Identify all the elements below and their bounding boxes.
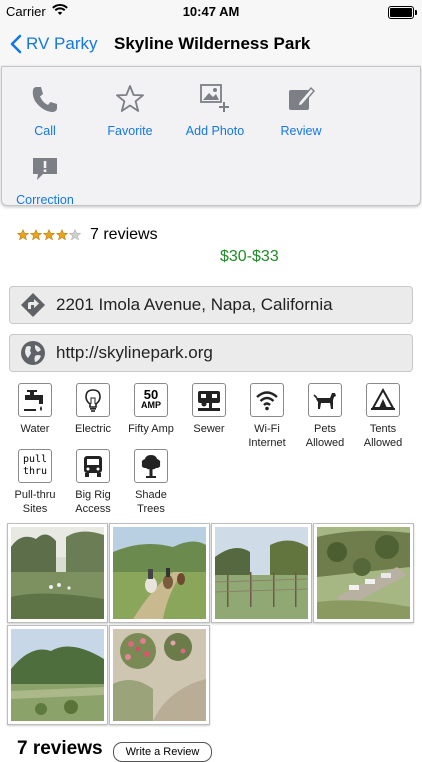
campground-hillside-photo[interactable] bbox=[313, 523, 414, 623]
phone-icon bbox=[3, 80, 87, 114]
pull-thru-icon: pull thru bbox=[18, 449, 52, 483]
status-time: 10:47 AM bbox=[182, 4, 240, 19]
lightbulb-icon bbox=[76, 383, 110, 417]
correction-button[interactable]: Correction bbox=[3, 149, 87, 207]
website-text: http://skylinepark.org bbox=[56, 343, 213, 362]
correction-icon bbox=[3, 149, 87, 183]
tent-icon bbox=[366, 383, 400, 417]
amenity-label: Water bbox=[20, 423, 50, 435]
amenity-sewer: Sewer bbox=[181, 383, 237, 436]
reviews-heading: 7 reviews bbox=[17, 738, 103, 759]
page-title: Skyline Wilderness Park bbox=[114, 34, 311, 53]
amenity-water: Water bbox=[7, 383, 63, 436]
review-count[interactable]: 7 reviews bbox=[90, 226, 158, 244]
sewer-icon bbox=[192, 383, 226, 417]
amenity-label: Wi-Fi Internet bbox=[248, 423, 286, 449]
call-button[interactable]: Call bbox=[3, 80, 87, 138]
tree-icon bbox=[134, 449, 168, 483]
valley-mountain-photo[interactable] bbox=[7, 625, 108, 725]
star-filled-icon bbox=[17, 229, 29, 241]
amenity-pull-thru: pull thru Pull-thru Sites bbox=[7, 449, 63, 516]
water-faucet-icon bbox=[18, 383, 52, 417]
amenity-label: Pets Allowed bbox=[305, 423, 345, 449]
amenity-wifi: Wi-Fi Internet bbox=[239, 383, 295, 450]
action-panel: Call Favorite Add Photo Review Correctio… bbox=[1, 66, 421, 207]
back-button-label: RV Parky bbox=[26, 34, 98, 53]
star-filled-icon bbox=[56, 229, 68, 241]
amenity-label: Big Rig Access bbox=[75, 489, 111, 515]
favorite-label: Favorite bbox=[107, 124, 153, 138]
star-icon bbox=[88, 80, 172, 114]
amenity-label: Tents Allowed bbox=[363, 423, 403, 449]
pet-icon bbox=[308, 383, 342, 417]
amenity-electric: Electric bbox=[65, 383, 121, 436]
horse-riders-photo[interactable] bbox=[109, 523, 210, 623]
review-icon bbox=[259, 80, 343, 114]
amenity-fifty-amp: 50 AMP Fifty Amp bbox=[123, 383, 179, 436]
field-fence-photo[interactable] bbox=[211, 523, 312, 623]
amenity-label: Shade Trees bbox=[135, 489, 167, 515]
battery-icon bbox=[388, 6, 417, 19]
address-box[interactable]: 2201 Imola Avenue, Napa, California bbox=[9, 286, 413, 324]
correction-label: Correction bbox=[16, 193, 74, 207]
address-text: 2201 Imola Avenue, Napa, California bbox=[56, 295, 333, 314]
meadow-photo[interactable] bbox=[7, 523, 108, 623]
amenity-label: Sewer bbox=[193, 423, 225, 435]
call-label: Call bbox=[34, 124, 56, 138]
star-filled-icon bbox=[43, 229, 55, 241]
star-empty-icon bbox=[69, 229, 81, 241]
website-box[interactable]: http://skylinepark.org bbox=[9, 334, 413, 372]
star-rating bbox=[17, 229, 82, 241]
wifi-icon bbox=[250, 383, 284, 417]
price-range: $30-$33 bbox=[220, 248, 279, 265]
amenity-big-rig: Big Rig Access bbox=[65, 449, 121, 516]
chevron-left-icon bbox=[10, 34, 22, 54]
add-photo-icon bbox=[173, 80, 257, 114]
amenity-label: Pull-thru Sites bbox=[14, 489, 56, 515]
review-button[interactable]: Review bbox=[259, 80, 343, 138]
star-filled-icon bbox=[30, 229, 42, 241]
status-bar: Carrier 10:47 AM bbox=[0, 0, 422, 22]
add-photo-button[interactable]: Add Photo bbox=[173, 80, 257, 138]
amenity-shade-trees: Shade Trees bbox=[123, 449, 179, 516]
add-photo-label: Add Photo bbox=[185, 124, 245, 138]
big-rig-icon bbox=[76, 449, 110, 483]
rose-garden-photo[interactable] bbox=[109, 625, 210, 725]
directions-icon bbox=[20, 292, 46, 318]
rating-summary: 7 reviews bbox=[17, 226, 158, 244]
amenity-label: Fifty Amp bbox=[128, 423, 174, 435]
navigation-bar: RV Parky Skyline Wilderness Park bbox=[0, 22, 422, 66]
globe-icon bbox=[20, 340, 46, 366]
back-button[interactable]: RV Parky bbox=[10, 31, 98, 57]
fifty-amp-icon: 50 AMP bbox=[134, 383, 168, 417]
amenity-label: Electric bbox=[74, 423, 112, 435]
write-review-button[interactable]: Write a Review bbox=[113, 742, 212, 762]
favorite-button[interactable]: Favorite bbox=[88, 80, 172, 138]
amenity-tents: Tents Allowed bbox=[355, 383, 411, 450]
amenity-pets: Pets Allowed bbox=[297, 383, 353, 450]
review-label: Review bbox=[280, 124, 322, 138]
